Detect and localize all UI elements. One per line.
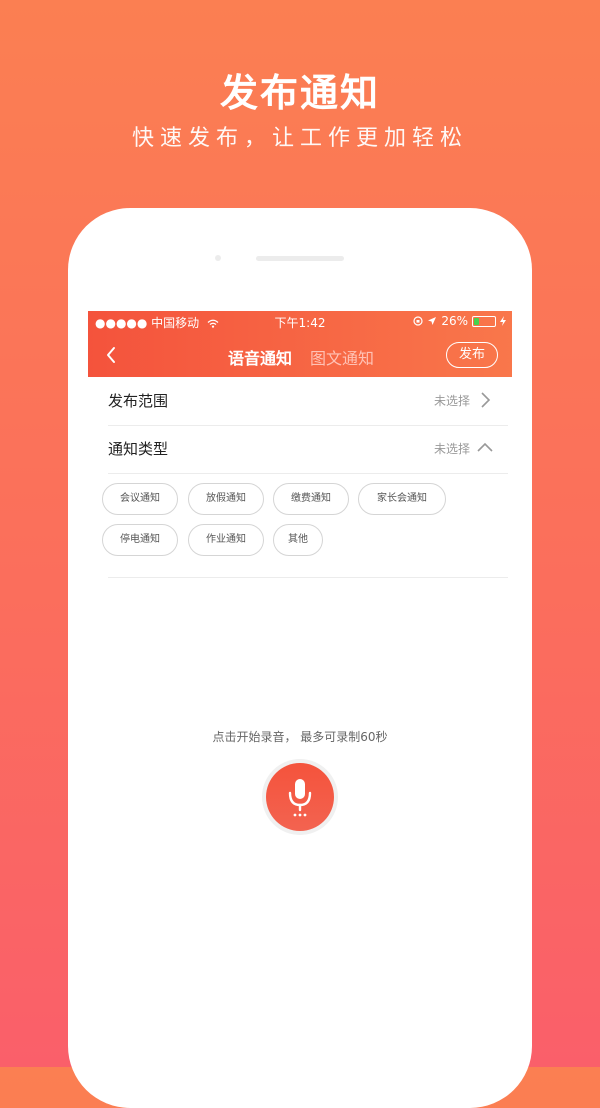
chip-payment[interactable]: 缴费通知 [273, 483, 349, 515]
publish-scope-value: 未选择 [433, 394, 470, 408]
chevron-right-icon [481, 392, 491, 408]
chip-other[interactable]: 其他 [273, 524, 323, 556]
publish-scope-row[interactable]: 发布范围 未选择 [108, 377, 508, 426]
battery-percent: 26% [441, 314, 468, 328]
notice-type-label: 通知类型 [108, 440, 169, 458]
publish-scope-label: 发布范围 [108, 392, 169, 410]
chip-homework[interactable]: 作业通知 [188, 524, 264, 556]
phone-camera [215, 255, 221, 261]
chevron-up-icon [477, 442, 493, 452]
lock-rotation-icon [413, 316, 423, 326]
top-bar: ●●●●● 中国移动 下午1:42 26% 语音通知 图文通知 发布 [88, 311, 512, 377]
location-arrow-icon [428, 317, 437, 325]
battery-fill [474, 317, 480, 325]
publish-button[interactable]: 发布 [446, 342, 498, 368]
status-right: 26% [413, 314, 506, 328]
chip-meeting[interactable]: 会议通知 [102, 483, 178, 515]
back-button[interactable] [102, 345, 122, 365]
hero-title: 发布通知 [219, 71, 380, 115]
section-divider [108, 577, 508, 578]
notice-type-row[interactable]: 通知类型 未选择 [108, 425, 508, 474]
tab-voice-notice[interactable]: 语音通知 [228, 345, 292, 369]
chip-parent-meeting[interactable]: 家长会通知 [358, 483, 446, 515]
chip-power-outage[interactable]: 停电通知 [102, 524, 178, 556]
chip-holiday[interactable]: 放假通知 [188, 483, 264, 515]
record-button-ring [262, 759, 338, 835]
phone-speaker [256, 256, 344, 261]
app-screen: ●●●●● 中国移动 下午1:42 26% 语音通知 图文通知 发布 发布范围 … [88, 311, 512, 1067]
record-button[interactable] [266, 763, 334, 831]
chevron-left-icon [107, 347, 115, 363]
record-hint: 点击开始录音， 最多可录制60秒 [212, 730, 388, 744]
charging-icon [500, 316, 506, 326]
notice-type-value: 未选择 [433, 442, 470, 456]
microphone-icon [288, 779, 312, 817]
status-bar: ●●●●● 中国移动 下午1:42 26% [88, 311, 512, 331]
battery-icon [472, 315, 496, 327]
hero-subtitle: 快速发布，让工作更加轻松 [131, 126, 468, 151]
tab-image-text-notice[interactable]: 图文通知 [310, 345, 374, 369]
nav-bar: 语音通知 图文通知 发布 [88, 333, 512, 377]
